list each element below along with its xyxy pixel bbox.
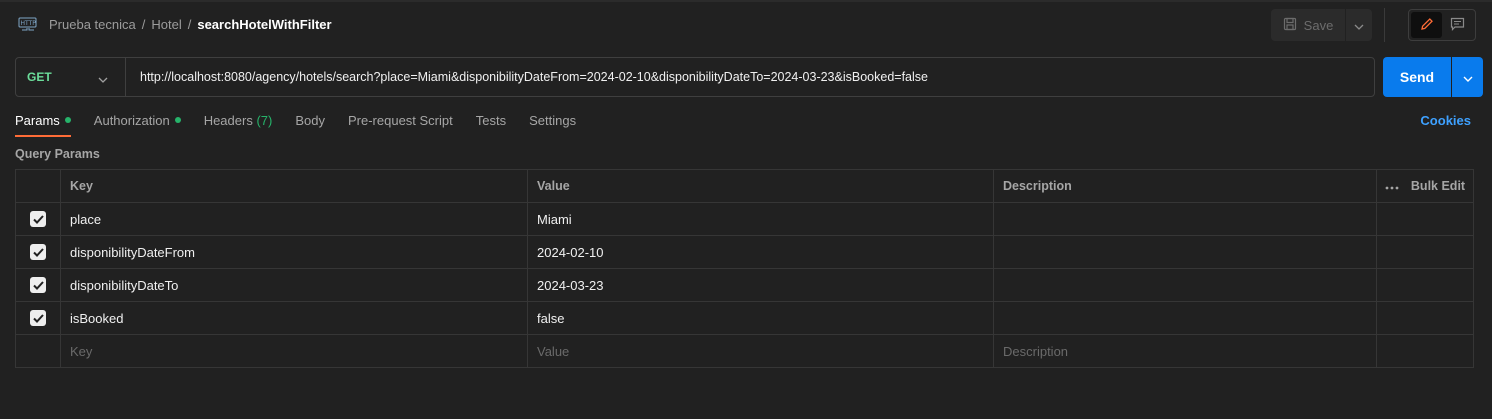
param-value[interactable]: false [528, 302, 994, 334]
row-actions-cell [1377, 203, 1473, 235]
svg-text:HTTP: HTTP [21, 20, 37, 27]
new-value-input[interactable]: Value [528, 335, 994, 367]
bulk-edit-button[interactable]: Bulk Edit [1411, 179, 1465, 193]
param-value[interactable]: Miami [528, 203, 994, 235]
row-check-cell [16, 335, 61, 367]
save-label: Save [1303, 17, 1334, 33]
row-checkbox[interactable] [30, 211, 46, 227]
param-key[interactable]: isBooked [61, 302, 528, 334]
tab-label: Pre-request Script [347, 113, 453, 128]
url-input[interactable]: http://localhost:8080/agency/hotels/sear… [140, 70, 928, 84]
new-key-input[interactable]: Key [61, 335, 528, 367]
param-value[interactable]: 2024-03-23 [528, 269, 994, 301]
breadcrumb-separator: / [187, 17, 192, 32]
header-check-cell [16, 170, 61, 202]
send-button[interactable]: Send [1383, 57, 1451, 97]
request-header: HTTP Prueba tecnica / Hotel / searchHotelWit… [16, 8, 1476, 42]
tab-label: Authorization [93, 113, 170, 128]
request-name[interactable]: searchHotelWithFilter [197, 17, 331, 32]
param-description[interactable] [994, 269, 1377, 301]
save-group: Save [1271, 9, 1372, 41]
new-description-input[interactable]: Description [994, 335, 1377, 367]
row-checkbox[interactable] [30, 277, 46, 293]
tab-tests[interactable]: Tests [476, 113, 506, 137]
tab-body[interactable]: Body [295, 113, 325, 137]
breadcrumb-folder[interactable]: Hotel [151, 17, 181, 32]
table-row: disponibilityDateTo 2024-03-23 [16, 269, 1473, 302]
row-actions-cell [1377, 269, 1473, 301]
save-button[interactable]: Save [1271, 9, 1345, 41]
tab-headers[interactable]: Headers (7) [204, 113, 273, 137]
edit-mode-button[interactable] [1411, 12, 1442, 38]
table-row: disponibilityDateFrom 2024-02-10 [16, 236, 1473, 269]
row-check-cell [16, 236, 61, 268]
param-description[interactable] [994, 236, 1377, 268]
row-check-cell [16, 302, 61, 334]
row-checkbox[interactable] [30, 244, 46, 260]
row-check-cell [16, 203, 61, 235]
breadcrumb: Prueba tecnica / Hotel / searchHotelWithFilt… [49, 17, 332, 32]
param-key[interactable]: disponibilityDateFrom [61, 236, 528, 268]
row-actions-cell [1377, 236, 1473, 268]
save-icon [1283, 17, 1297, 34]
column-header-value: Value [528, 170, 994, 202]
query-params-table: Key Value Description Bulk Edit place Mi… [15, 169, 1474, 368]
auth-indicator-dot [174, 117, 181, 123]
pencil-icon [1420, 17, 1434, 34]
column-header-description: Description [994, 170, 1377, 202]
chevron-down-icon [98, 71, 108, 86]
table-row: isBooked false [16, 302, 1473, 335]
breadcrumb-collection[interactable]: Prueba tecnica [49, 17, 136, 32]
more-options-icon[interactable] [1385, 179, 1399, 193]
table-row: place Miami [16, 203, 1473, 236]
query-params-title: Query Params [15, 147, 100, 161]
tab-label: Params [15, 113, 60, 128]
save-options-button[interactable] [1346, 9, 1372, 41]
url-bar: GET http://localhost:8080/agency/hotels/… [15, 57, 1375, 97]
chevron-down-icon [1463, 70, 1473, 85]
new-param-row: Key Value Description [16, 335, 1473, 367]
bulk-edit-cell: Bulk Edit [1377, 170, 1473, 202]
breadcrumb-separator: / [141, 17, 146, 32]
row-checkbox[interactable] [30, 310, 46, 326]
tab-pre-request-script[interactable]: Pre-request Script [348, 113, 453, 137]
row-actions-cell [1377, 335, 1473, 367]
row-actions-cell [1377, 302, 1473, 334]
param-description[interactable] [994, 203, 1377, 235]
tab-label: Tests [475, 113, 507, 128]
param-key[interactable]: place [61, 203, 528, 235]
tab-params[interactable]: Params [15, 113, 71, 137]
table-header-row: Key Value Description Bulk Edit [16, 170, 1473, 203]
param-value[interactable]: 2024-02-10 [528, 236, 994, 268]
column-header-key: Key [61, 170, 528, 202]
row-check-cell [16, 269, 61, 301]
cookies-link[interactable]: Cookies [1420, 113, 1471, 128]
param-key[interactable]: disponibilityDateTo [61, 269, 528, 301]
view-mode-toggle [1408, 9, 1476, 41]
tab-label: Settings [529, 113, 577, 128]
headers-count: (7) [256, 113, 273, 128]
method-label: GET [27, 70, 52, 84]
tab-label: Body [295, 113, 325, 128]
http-icon: HTTP [18, 17, 38, 33]
tab-label: Headers [203, 113, 253, 128]
header-divider [1384, 8, 1385, 42]
param-description[interactable] [994, 302, 1377, 334]
send-options-button[interactable] [1452, 57, 1483, 97]
params-indicator-dot [64, 117, 71, 123]
chevron-down-icon [1354, 18, 1364, 33]
tab-authorization[interactable]: Authorization [94, 113, 181, 137]
request-tabs: Params Authorization Headers (7) Body Pr… [15, 113, 599, 137]
comments-button[interactable] [1442, 12, 1473, 38]
top-strip [0, 0, 1492, 2]
send-group: Send [1383, 57, 1483, 97]
comment-icon [1450, 17, 1465, 34]
method-select[interactable]: GET [16, 58, 126, 96]
tab-settings[interactable]: Settings [529, 113, 576, 137]
